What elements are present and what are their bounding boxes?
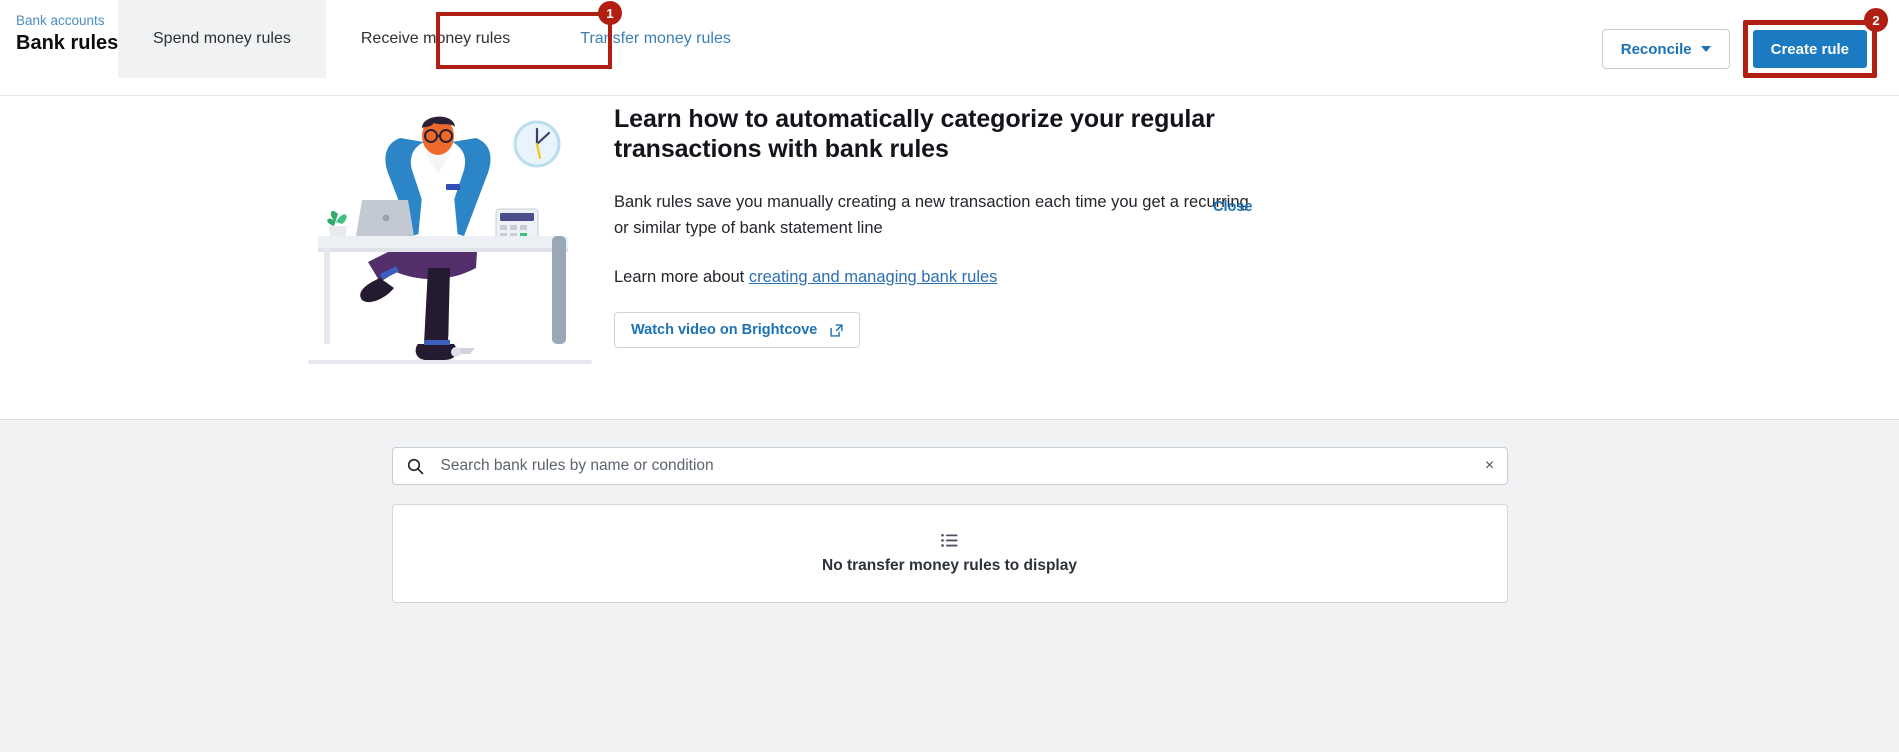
- empty-state-row: No transfer money rules to display: [0, 504, 1899, 603]
- header-actions: Reconcile Create rule 2: [1601, 8, 1899, 78]
- promo-content: Learn how to automatically categorize yo…: [614, 104, 1254, 348]
- watch-video-label: Watch video on Brightcove: [631, 322, 818, 338]
- create-rule-button[interactable]: Create rule: [1752, 30, 1867, 68]
- tab-transfer-money-rules[interactable]: Transfer money rules: [545, 0, 766, 78]
- search-bar[interactable]: ×: [391, 447, 1508, 485]
- reconcile-button[interactable]: Reconcile: [1601, 29, 1730, 69]
- top-bar: Bank accounts Bank rules Spend money rul…: [0, 0, 1899, 96]
- annotation-highlight-create-rule: Create rule 2: [1742, 8, 1888, 78]
- chevron-down-icon: [1700, 46, 1711, 52]
- empty-state-message: No transfer money rules to display: [822, 556, 1077, 574]
- search-icon: [407, 458, 423, 474]
- promo-panel: Learn how to automatically categorize yo…: [0, 96, 1899, 420]
- tab-bar: Spend money rules Receive money rules Tr…: [118, 0, 766, 78]
- promo-learn-more: Learn more about creating and managing b…: [614, 264, 1254, 290]
- close-promo-link[interactable]: Close: [1213, 199, 1253, 215]
- promo-title: Learn how to automatically categorize yo…: [614, 105, 1215, 163]
- rules-section: × No transfer money rules to display: [0, 420, 1899, 752]
- search-row: ×: [0, 420, 1899, 485]
- learn-more-link[interactable]: creating and managing bank rules: [749, 268, 998, 286]
- external-link-icon: [830, 323, 843, 337]
- learn-more-prefix: Learn more about: [614, 268, 749, 286]
- tab-spend-money-rules[interactable]: Spend money rules: [118, 0, 326, 78]
- list-icon: [941, 533, 958, 547]
- tab-receive-money-rules[interactable]: Receive money rules: [326, 0, 545, 78]
- clear-search-icon[interactable]: ×: [1473, 448, 1507, 484]
- empty-state-card: No transfer money rules to display: [391, 504, 1508, 603]
- reconcile-label: Reconcile: [1620, 40, 1692, 58]
- watch-video-button[interactable]: Watch video on Brightcove: [614, 312, 861, 348]
- search-input[interactable]: [440, 457, 1473, 475]
- promo-description: Bank rules save you manually creating a …: [614, 193, 1249, 237]
- annotation-badge-2: 2: [1864, 8, 1888, 32]
- desk-illustration: [308, 116, 592, 364]
